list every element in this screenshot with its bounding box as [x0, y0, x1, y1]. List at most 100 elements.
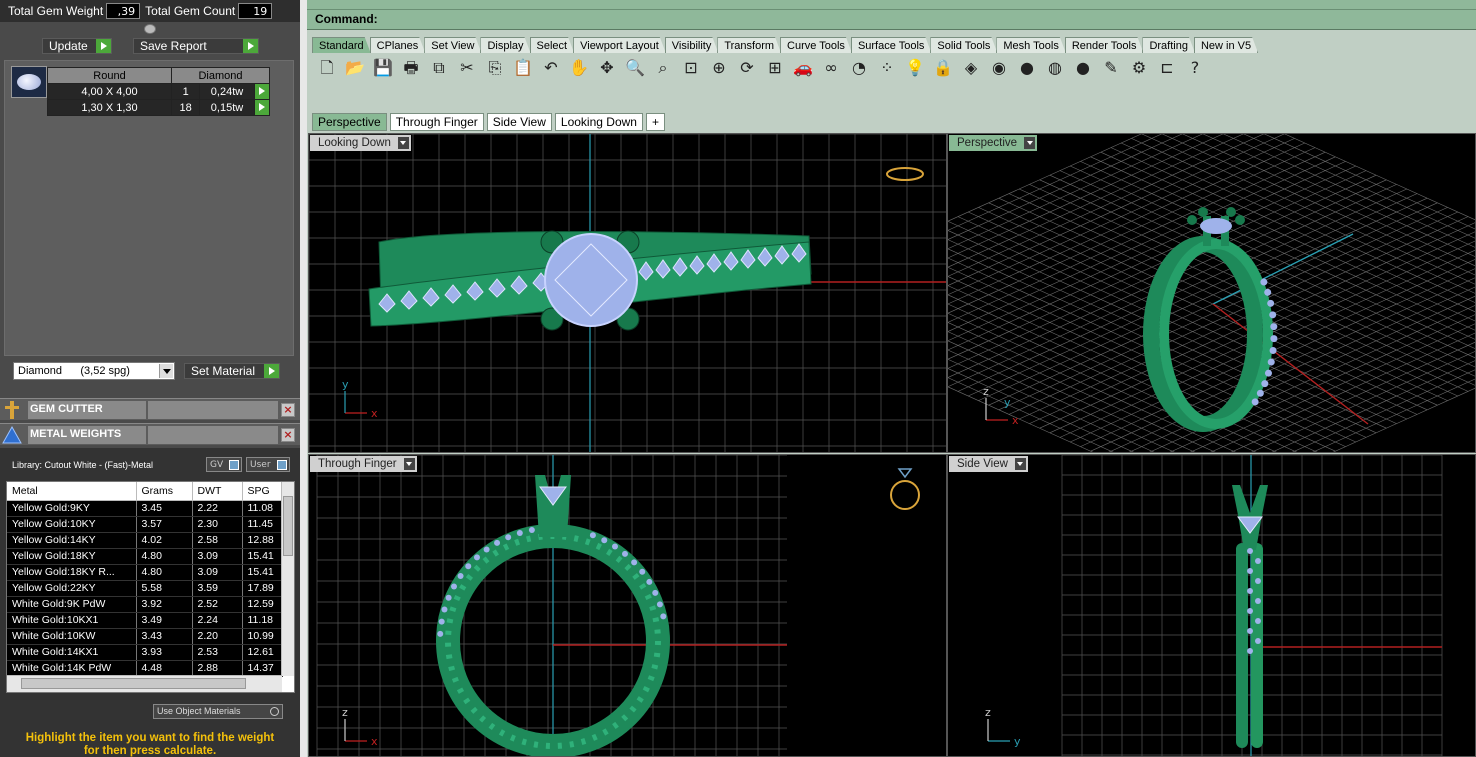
viewport-title[interactable]: Through Finger: [310, 456, 417, 472]
toolbar-tab-surface-tools[interactable]: Surface Tools: [851, 37, 931, 53]
metal-row[interactable]: Yellow Gold:10KY 3.57 2.30 11.45: [7, 516, 283, 533]
four-viewports-icon[interactable]: ⊞: [764, 57, 786, 79]
pencil-icon[interactable]: ✎: [1100, 57, 1122, 79]
viewport-through-finger[interactable]: x z Through Finger: [308, 454, 947, 757]
use-object-materials-option[interactable]: Use Object Materials: [153, 704, 283, 719]
toolbar-tab-set-view[interactable]: Set View: [424, 37, 481, 53]
metal-weights-section[interactable]: METAL WEIGHTS ×: [0, 423, 300, 445]
gem-row[interactable]: 4,00 X 4,00 1 0,24tw: [47, 83, 271, 100]
metal-header[interactable]: Metal: [7, 482, 137, 501]
select-gem-arrow-icon[interactable]: [253, 99, 271, 116]
move-view-icon[interactable]: ✥: [596, 57, 618, 79]
metal-row[interactable]: Yellow Gold:22KY 5.58 3.59 17.89: [7, 580, 283, 597]
gem-row[interactable]: 1,30 X 1,30 18 0,15tw: [47, 99, 271, 116]
blue-sphere-icon[interactable]: ●: [1072, 57, 1094, 79]
collapse-grip-icon[interactable]: [144, 24, 156, 34]
chevron-down-icon[interactable]: [1014, 458, 1026, 470]
zoom-window-icon[interactable]: ⌕: [652, 57, 674, 79]
gem-cutter-section[interactable]: GEM CUTTER ×: [0, 398, 300, 420]
metal-row[interactable]: Yellow Gold:14KY 4.02 2.58 12.88: [7, 532, 283, 549]
add-viewport-tab-button[interactable]: +: [645, 113, 665, 131]
zoom-icon[interactable]: 🔍: [624, 57, 646, 79]
vertical-scrollbar[interactable]: [281, 482, 294, 676]
toolbar-tab-select[interactable]: Select: [530, 37, 575, 53]
close-icon[interactable]: ×: [281, 403, 295, 417]
save-report-button[interactable]: Save Report: [133, 38, 259, 54]
gv-toggle[interactable]: GV: [206, 457, 242, 472]
viewport-title[interactable]: Perspective: [949, 135, 1038, 151]
metal-row[interactable]: White Gold:10KW 3.43 2.20 10.99: [7, 628, 283, 645]
horizontal-scrollbar[interactable]: [7, 675, 282, 692]
help-icon[interactable]: ?: [1184, 57, 1206, 79]
open-icon[interactable]: 📂: [344, 57, 366, 79]
viewport-side-view[interactable]: y z Side View: [947, 454, 1476, 757]
user-toggle[interactable]: User: [246, 457, 290, 472]
zoom-selected-icon[interactable]: ⊕: [708, 57, 730, 79]
settings-icon[interactable]: ⚙: [1128, 57, 1150, 79]
toolbar-tab-drafting[interactable]: Drafting: [1142, 37, 1195, 53]
metal-weights-table[interactable]: Metal Grams DWT SPG Yellow Gold:9KY 3.45 2…: [6, 481, 295, 693]
chevron-down-icon[interactable]: [159, 364, 173, 378]
chevron-down-icon[interactable]: [397, 137, 409, 149]
viewport-tab-perspective[interactable]: Perspective: [312, 113, 387, 131]
viewport-tab-side-view[interactable]: Side View: [486, 113, 552, 131]
light-icon[interactable]: 💡: [904, 57, 926, 79]
command-line[interactable]: Command:: [307, 10, 1476, 30]
viewport-tab-looking-down[interactable]: Looking Down: [554, 113, 643, 131]
toolbar-tab-transform[interactable]: Transform: [717, 37, 781, 53]
metal-row[interactable]: Yellow Gold:18KY R... 4.80 3.09 15.41: [7, 564, 283, 581]
toolbar-tab-new-in-v5[interactable]: New in V5: [1194, 37, 1258, 53]
spg-header[interactable]: SPG: [242, 482, 283, 501]
metal-row[interactable]: White Gold:14K PdW 4.48 2.88 14.37: [7, 660, 283, 677]
pan-hand-icon[interactable]: ✋: [568, 57, 590, 79]
material-select[interactable]: Diamond (3,52 spg): [13, 362, 175, 380]
print-icon[interactable]: 🖶: [400, 57, 422, 79]
toolbar-tab-curve-tools[interactable]: Curve Tools: [780, 37, 852, 53]
chevron-down-icon[interactable]: [403, 458, 415, 470]
save-icon[interactable]: 💾: [372, 57, 394, 79]
panel-splitter[interactable]: [300, 0, 307, 757]
viewport-tab-through-finger[interactable]: Through Finger: [389, 113, 484, 131]
rendered-sphere-icon[interactable]: ◍: [1044, 57, 1066, 79]
set-material-button[interactable]: Set Material: [184, 363, 280, 379]
select-gem-arrow-icon[interactable]: [253, 83, 271, 100]
toolbar-tab-mesh-tools[interactable]: Mesh Tools: [996, 37, 1065, 53]
update-button[interactable]: Update: [42, 38, 112, 54]
new-icon[interactable]: 🗋: [316, 57, 338, 79]
import-icon[interactable]: ⧉: [428, 57, 450, 79]
rotate-view-icon[interactable]: ⟳: [736, 57, 758, 79]
viewport-perspective[interactable]: x z y Perspective: [947, 133, 1476, 453]
toolbar-tab-solid-tools[interactable]: Solid Tools: [930, 37, 997, 53]
color-wheel-icon[interactable]: ◉: [988, 57, 1010, 79]
viewport-title[interactable]: Side View: [949, 456, 1028, 472]
lock-icon[interactable]: 🔒: [932, 57, 954, 79]
snap-icon[interactable]: ⊏: [1156, 57, 1178, 79]
toolbar-tab-viewport-layout[interactable]: Viewport Layout: [573, 37, 666, 53]
viewport-title[interactable]: Looking Down: [310, 135, 411, 151]
hide-icon[interactable]: ∞: [820, 57, 842, 79]
viewport-looking-down[interactable]: x y Looking Down: [308, 133, 947, 453]
toolbar-tab-render-tools[interactable]: Render Tools: [1065, 37, 1144, 53]
toolbar-tab-standard[interactable]: Standard: [312, 37, 371, 53]
paste-icon[interactable]: 📋: [512, 57, 534, 79]
zoom-extents-icon[interactable]: ⊡: [680, 57, 702, 79]
metal-row[interactable]: White Gold:9K PdW 3.92 2.52 12.59: [7, 596, 283, 613]
lock-circle-icon[interactable]: ◔: [848, 57, 870, 79]
metal-row[interactable]: White Gold:14KX1 3.93 2.53 12.61: [7, 644, 283, 661]
toolbar-tab-display[interactable]: Display: [480, 37, 530, 53]
copy-icon[interactable]: ⎘: [484, 57, 506, 79]
dwt-header[interactable]: DWT: [192, 482, 243, 501]
metal-row[interactable]: Yellow Gold:9KY 3.45 2.22 11.08: [7, 500, 283, 517]
cut-icon[interactable]: ✂: [456, 57, 478, 79]
metal-row[interactable]: White Gold:10KX1 3.49 2.24 11.18: [7, 612, 283, 629]
shaded-sphere-icon[interactable]: ●: [1016, 57, 1038, 79]
close-icon[interactable]: ×: [281, 428, 295, 442]
grams-header[interactable]: Grams: [136, 482, 193, 501]
car-icon[interactable]: 🚗: [792, 57, 814, 79]
chevron-down-icon[interactable]: [1024, 137, 1036, 149]
metal-row[interactable]: Yellow Gold:18KY 4.80 3.09 15.41: [7, 548, 283, 565]
toolbar-tab-visibility[interactable]: Visibility: [665, 37, 719, 53]
undo-icon[interactable]: ↶: [540, 57, 562, 79]
material-icon[interactable]: ◈: [960, 57, 982, 79]
toolbar-tab-cplanes[interactable]: CPlanes: [370, 37, 426, 53]
